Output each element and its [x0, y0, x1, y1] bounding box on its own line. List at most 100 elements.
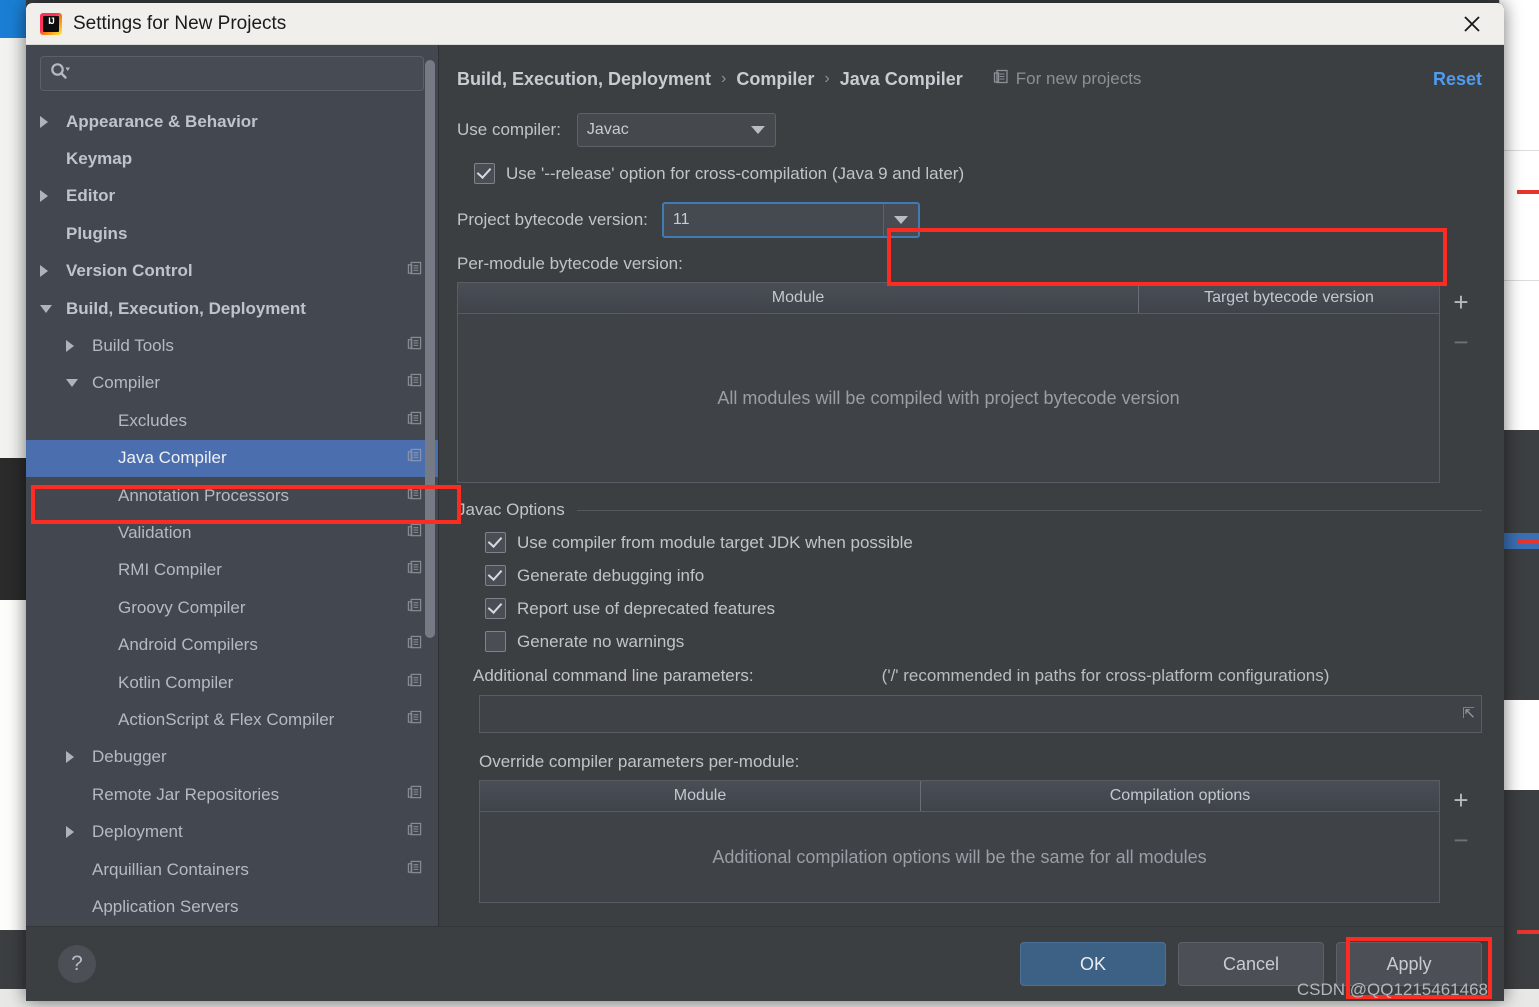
close-icon[interactable] — [1450, 5, 1494, 43]
sidebar-item-label: Deployment — [92, 822, 183, 842]
chevron-right-icon[interactable] — [40, 115, 48, 128]
sidebar-item-android-compilers[interactable]: Android Compilers — [26, 626, 438, 663]
minus-icon[interactable]: − — [1444, 325, 1478, 359]
reset-link[interactable]: Reset — [1433, 69, 1482, 90]
minus-icon[interactable]: − — [1444, 823, 1478, 857]
sidebar-item-plugins[interactable]: Plugins — [26, 215, 438, 252]
module-table[interactable]: Module Target bytecode version All modul… — [457, 282, 1440, 483]
sidebar-item-java-compiler[interactable]: Java Compiler — [26, 439, 438, 477]
copy-scope-icon[interactable] — [407, 785, 422, 805]
javac-option-checkbox[interactable] — [485, 565, 506, 586]
copy-scope-icon[interactable] — [407, 523, 422, 543]
javac-option-row[interactable]: Generate no warnings — [485, 631, 1482, 652]
sidebar-item-validation[interactable]: Validation — [26, 514, 438, 551]
release-option-checkbox[interactable] — [474, 163, 495, 184]
copy-scope-icon[interactable] — [407, 411, 422, 431]
copy-scope-icon[interactable] — [407, 336, 422, 356]
breadcrumb-item-1[interactable]: Compiler — [736, 69, 814, 90]
plus-icon[interactable]: + — [1444, 783, 1478, 817]
additional-params-input[interactable]: ⇱ — [479, 695, 1482, 733]
javac-option-checkbox[interactable] — [485, 631, 506, 652]
for-new-projects-label: For new projects — [1015, 69, 1142, 88]
sidebar-item-rmi-compiler[interactable]: RMI Compiler — [26, 552, 438, 589]
sidebar-item-label: Remote Jar Repositories — [92, 784, 280, 804]
search-box[interactable] — [40, 56, 424, 91]
chevron-down-icon[interactable] — [40, 304, 52, 313]
sidebar-item-label: Editor — [66, 186, 116, 206]
expand-icon[interactable]: ⇱ — [1462, 704, 1475, 722]
sidebar-item-editor[interactable]: Editor — [26, 178, 438, 215]
settings-tree[interactable]: Appearance & Behavior Keymap Editor Plugins… — [26, 101, 438, 926]
override-table-col-options[interactable]: Compilation options — [921, 781, 1439, 811]
override-table-empty: Additional compilation options will be t… — [712, 846, 1207, 867]
javac-option-checkbox[interactable] — [485, 532, 506, 553]
sidebar-item-keymap[interactable]: Keymap — [26, 140, 438, 177]
sidebar-scrollbar-thumb[interactable] — [425, 60, 435, 638]
sidebar-item-application-servers[interactable]: Application Servers — [26, 888, 438, 925]
copy-scope-icon[interactable] — [407, 598, 422, 618]
sidebar-item-excludes[interactable]: Excludes — [26, 402, 438, 439]
sidebar-item-label: Annotation Processors — [118, 485, 290, 505]
sidebar-item-annotation-processors[interactable]: Annotation Processors — [26, 477, 438, 514]
additional-params-hint: ('/' recommended in paths for cross-plat… — [881, 666, 1330, 685]
sidebar-item-compiler[interactable]: Compiler — [26, 365, 438, 402]
sidebar-item-remote-jar-repositories[interactable]: Remote Jar Repositories — [26, 776, 438, 813]
sidebar-item-label: Build Tools — [92, 336, 174, 356]
copy-scope-icon[interactable] — [407, 635, 422, 655]
settings-content: Build, Execution, Deployment › Compiler … — [439, 45, 1504, 926]
chevron-down-icon[interactable] — [741, 114, 775, 146]
sidebar-item-groovy-compiler[interactable]: Groovy Compiler — [26, 589, 438, 626]
sidebar-item-label: Validation — [118, 522, 192, 542]
use-compiler-select[interactable]: Javac — [576, 113, 776, 147]
chevron-right-icon[interactable] — [40, 190, 48, 203]
project-bytecode-value: 11 — [672, 211, 690, 228]
help-icon[interactable]: ? — [58, 945, 96, 983]
javac-option-checkbox[interactable] — [485, 598, 506, 619]
sidebar-item-deployment[interactable]: Deployment — [26, 813, 438, 850]
override-table-header: Module Compilation options — [480, 781, 1439, 812]
settings-content-inner: Build, Execution, Deployment › Compiler … — [439, 45, 1504, 926]
override-table-actions: + − — [1440, 780, 1482, 903]
ok-button[interactable]: OK — [1020, 942, 1166, 986]
sidebar-item-appearance-behavior[interactable]: Appearance & Behavior — [26, 103, 438, 140]
copy-scope-icon[interactable] — [407, 448, 422, 468]
chevron-right-icon[interactable] — [66, 340, 74, 353]
override-table-col-module[interactable]: Module — [480, 781, 921, 811]
sidebar-item-kotlin-compiler[interactable]: Kotlin Compiler — [26, 664, 438, 701]
breadcrumb-item-0[interactable]: Build, Execution, Deployment — [457, 69, 711, 90]
copy-scope-icon[interactable] — [407, 710, 422, 730]
javac-option-row[interactable]: Use compiler from module target JDK when… — [485, 532, 1482, 553]
copy-scope-icon[interactable] — [407, 860, 422, 880]
sidebar-item-actionscript-flex-compiler[interactable]: ActionScript & Flex Compiler — [26, 701, 438, 738]
javac-option-label: Use compiler from module target JDK when… — [517, 532, 913, 552]
copy-scope-icon[interactable] — [407, 560, 422, 580]
chevron-right-icon[interactable] — [66, 826, 74, 839]
sidebar-item-label: Build, Execution, Deployment — [66, 298, 306, 318]
sidebar-item-arquillian-containers[interactable]: Arquillian Containers — [26, 851, 438, 888]
chevron-down-icon[interactable] — [882, 204, 918, 236]
copy-scope-icon[interactable] — [407, 486, 422, 506]
sidebar-item-label: ActionScript & Flex Compiler — [118, 709, 335, 729]
chevron-right-icon[interactable] — [66, 751, 74, 764]
release-option-row[interactable]: Use '--release' option for cross-compila… — [457, 163, 1482, 184]
sidebar-item-debugger[interactable]: Debugger — [26, 739, 438, 776]
search-input[interactable] — [75, 64, 414, 83]
plus-icon[interactable]: + — [1444, 285, 1478, 319]
override-table[interactable]: Module Compilation options Additional co… — [479, 780, 1440, 903]
sidebar-item-build-tools[interactable]: Build Tools — [26, 327, 438, 364]
sidebar-item-build-execution-deployment[interactable]: Build, Execution, Deployment — [26, 290, 438, 327]
copy-scope-icon[interactable] — [407, 373, 422, 393]
copy-scope-icon[interactable] — [407, 822, 422, 842]
chevron-down-icon[interactable] — [66, 379, 78, 388]
sidebar-scrollbar[interactable] — [425, 45, 435, 926]
copy-scope-icon[interactable] — [407, 261, 422, 281]
sidebar-item-version-control[interactable]: Version Control — [26, 253, 438, 290]
javac-option-row[interactable]: Generate debugging info — [485, 565, 1482, 586]
module-table-col-module[interactable]: Module — [458, 283, 1139, 313]
project-bytecode-select[interactable]: 11 — [661, 202, 920, 238]
copy-scope-icon[interactable] — [407, 673, 422, 693]
javac-option-row[interactable]: Report use of deprecated features — [485, 598, 1482, 619]
chevron-right-icon[interactable] — [40, 265, 48, 278]
module-table-col-target[interactable]: Target bytecode version — [1139, 283, 1439, 313]
for-new-projects-badge: For new projects — [993, 69, 1142, 90]
